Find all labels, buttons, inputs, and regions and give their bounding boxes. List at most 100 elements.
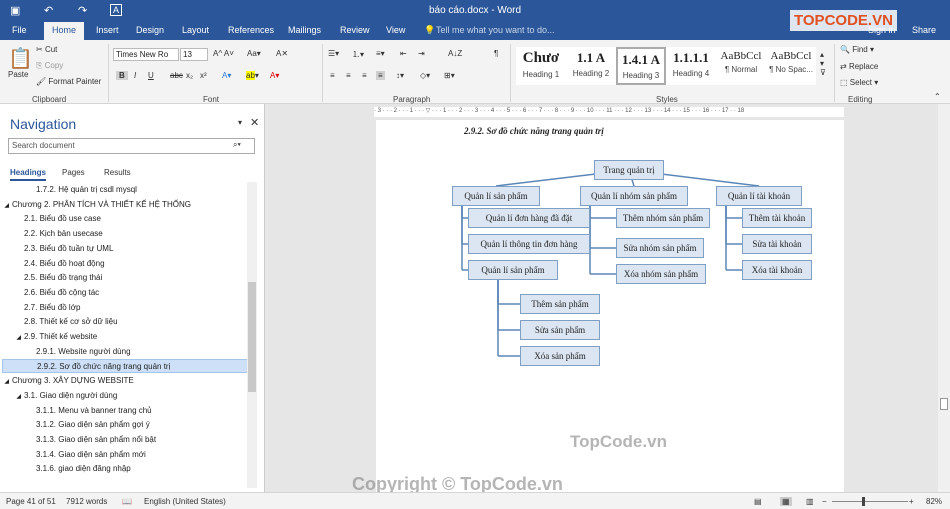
scrollbar-thumb[interactable] (248, 282, 256, 392)
paste-button[interactable]: Paste (8, 70, 28, 79)
branch-node[interactable]: Quản lí nhóm sản phẩm (580, 186, 688, 206)
nav-tab-headings[interactable]: Headings (10, 168, 47, 181)
find-button[interactable]: 🔍 Find ▾ (840, 45, 874, 54)
child-node[interactable]: Quản lí thông tin đơn hàng (468, 234, 590, 254)
grandchild-node[interactable]: Thêm sản phẩm (520, 294, 600, 314)
grow-font-button[interactable]: A^ A˅ (213, 49, 234, 58)
heading-item[interactable]: 3.1.3. Giao diện sản phẩm nổi bật (2, 433, 248, 447)
heading-item[interactable]: 2.9.2. Sơ đồ chức năng trang quản trị (2, 359, 248, 374)
page-count[interactable]: Page 41 of 51 (6, 497, 56, 506)
show-marks-button[interactable]: ¶ (494, 49, 498, 58)
cut-button[interactable]: ✂ Cut (36, 45, 57, 54)
line-spacing-button[interactable]: ↕▾ (396, 71, 404, 80)
child-node[interactable]: Sửa tài khoản (742, 234, 812, 254)
search-icon[interactable]: ⌕▾ (233, 140, 241, 150)
style-heading-1[interactable]: Chươ Heading 1 (516, 47, 566, 85)
align-right-button[interactable]: ≡ (362, 71, 367, 80)
zoom-in-button[interactable]: + (909, 497, 914, 506)
expand-icon[interactable]: ◢ (2, 199, 12, 213)
word-count[interactable]: 7912 words (66, 497, 107, 506)
heading-item[interactable]: ◢ Chương 3. XÂY DỰNG WEBSITE (2, 374, 248, 388)
document-scrollbar[interactable] (938, 104, 950, 492)
zoom-out-button[interactable]: − (822, 497, 827, 506)
child-node[interactable]: Thêm nhóm sản phẩm (616, 208, 710, 228)
style-heading-3[interactable]: 1.4.1 A Heading 3 (616, 47, 666, 85)
branch-node[interactable]: Quản lí tài khoản (716, 186, 802, 206)
heading-item[interactable]: 2.8. Thiết kế cơ sở dữ liệu (2, 315, 248, 329)
heading-item[interactable]: 3.1.4. Giao diện sản phẩm mới (2, 448, 248, 462)
paste-icon[interactable]: 📋 (8, 46, 33, 71)
language[interactable]: English (United States) (144, 497, 226, 506)
horizontal-ruler[interactable]: · 3 · · · 2 · · · 1 · · · ▽ · · · 1 · · … (374, 107, 844, 117)
tab-layout[interactable]: Layout (182, 25, 209, 35)
heading-item[interactable]: 1.7.2. Hệ quản trị csdl mysql (2, 183, 248, 197)
nav-tab-results[interactable]: Results (104, 168, 131, 177)
bullets-button[interactable]: ☰▾ (328, 49, 339, 58)
web-layout-icon[interactable]: ▥ (806, 497, 814, 506)
child-node[interactable]: Sửa nhóm sản phẩm (616, 238, 704, 258)
style-heading-2[interactable]: 1.1 A Heading 2 (566, 47, 616, 85)
style-heading-4[interactable]: 1.1.1.1 Heading 4 (666, 47, 716, 85)
sort-button[interactable]: A↓Z (448, 49, 462, 58)
subscript-button[interactable]: x₂ (186, 71, 193, 80)
heading-item[interactable]: 2.3. Biểu đồ tuần tự UML (2, 242, 248, 256)
justify-button[interactable]: ≡ (376, 71, 385, 80)
nav-tab-pages[interactable]: Pages (62, 168, 85, 177)
print-layout-icon[interactable]: ▦ (780, 497, 792, 506)
zoom-slider[interactable] (832, 501, 908, 502)
child-node[interactable]: Xóa nhóm sản phẩm (616, 264, 706, 284)
expand-icon[interactable]: ◢ (2, 390, 24, 404)
strikethrough-button[interactable]: abc (170, 71, 183, 80)
heading-item[interactable]: 3.1.1. Menu và banner trang chủ (2, 404, 248, 418)
heading-item[interactable]: 2.2. Kịch bản usecase (2, 227, 248, 241)
style-no-spacing[interactable]: AaBbCcl ¶ No Spac... (766, 47, 816, 85)
tab-references[interactable]: References (228, 25, 274, 35)
change-case-button[interactable]: Aa▾ (247, 49, 261, 58)
bold-button[interactable]: B (116, 71, 128, 80)
navigation-scrollbar[interactable] (247, 182, 257, 488)
select-button[interactable]: ⬚ Select ▾ (840, 78, 878, 87)
highlight-button[interactable]: ab▾ (246, 71, 259, 80)
scrollbar-thumb[interactable] (940, 398, 948, 410)
tell-me-input[interactable]: Tell me what you want to do... (436, 25, 555, 35)
grandchild-node[interactable]: Xóa sản phẩm (520, 346, 600, 366)
superscript-button[interactable]: x² (200, 71, 207, 80)
copy-button[interactable]: ⎘ Copy (36, 61, 63, 71)
italic-button[interactable]: I (134, 71, 136, 80)
decrease-indent-button[interactable]: ⇤ (400, 49, 407, 58)
multilevel-list-button[interactable]: ≡▾ (376, 49, 385, 58)
tab-design[interactable]: Design (136, 25, 164, 35)
branch-node[interactable]: Quản lí sản phẩm (452, 186, 540, 206)
underline-button[interactable]: U (148, 71, 154, 80)
child-node[interactable]: Quản lí đơn hàng đã đặt (468, 208, 590, 228)
text-effects-button[interactable]: A▾ (222, 71, 231, 80)
heading-item[interactable]: ◢ 2.9. Thiết kế website (2, 330, 248, 344)
tab-view[interactable]: View (386, 25, 405, 35)
close-pane-icon[interactable]: ✕ (250, 116, 259, 129)
expand-icon[interactable]: ◢ (2, 331, 24, 345)
tab-mailings[interactable]: Mailings (288, 25, 321, 35)
tab-file[interactable]: File (12, 25, 27, 35)
heading-item[interactable]: ◢ 3.1. Giao diện người dùng (2, 389, 248, 403)
pane-options-icon[interactable]: ▾ (238, 118, 242, 127)
proofing-icon[interactable]: 📖 (122, 497, 132, 506)
align-left-button[interactable]: ≡ (330, 71, 335, 80)
heading-item[interactable]: 2.7. Biểu đồ lớp (2, 301, 248, 315)
heading-item[interactable]: 3.1.6. giao diện đăng nhập (2, 462, 248, 476)
zoom-level[interactable]: 82% (926, 497, 942, 506)
child-node[interactable]: Xóa tài khoản (742, 260, 812, 280)
numbering-button[interactable]: ⒈▾ (352, 49, 364, 60)
tab-insert[interactable]: Insert (96, 25, 119, 35)
font-color-button[interactable]: A▾ (270, 71, 279, 80)
heading-item[interactable]: 2.5. Biểu đồ trạng thái (2, 271, 248, 285)
diagram-root-node[interactable]: Trang quản trị (594, 160, 664, 180)
align-center-button[interactable]: ≡ (346, 71, 351, 80)
replace-button[interactable]: ⇄ Replace (840, 62, 878, 71)
borders-button[interactable]: ⊞▾ (444, 71, 455, 80)
collapse-ribbon-icon[interactable]: ⌃ (934, 92, 941, 101)
expand-icon[interactable]: ◢ (2, 375, 12, 389)
share-button[interactable]: Share (912, 25, 936, 35)
read-mode-icon[interactable]: ▤ (754, 497, 762, 506)
font-size-select[interactable]: 13 (180, 48, 208, 61)
clear-formatting-button[interactable]: A✕ (276, 49, 288, 58)
